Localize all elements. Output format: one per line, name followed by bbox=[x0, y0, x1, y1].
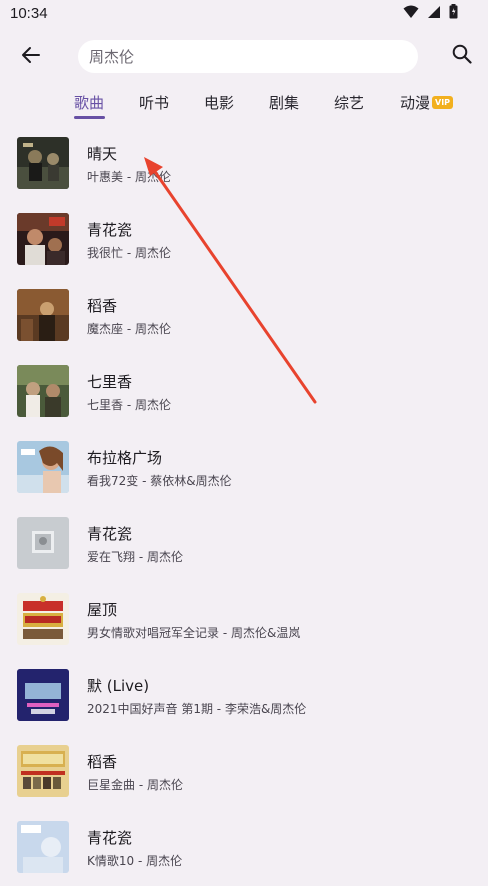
song-title: 布拉格广场 bbox=[87, 449, 163, 467]
song-title: 青花瓷 bbox=[87, 829, 133, 847]
status-bar: 10:34 bbox=[0, 0, 488, 28]
song-subtitle: 巨星金曲 - 周杰伦 bbox=[87, 778, 183, 792]
search-top-bar bbox=[0, 32, 488, 82]
arrow-left-icon bbox=[21, 46, 41, 68]
song-row[interactable]: 默 (Live) 2021中国好声音 第1期 - 李荣浩&周杰伦 bbox=[0, 658, 488, 734]
song-title: 青花瓷 bbox=[87, 221, 133, 239]
song-subtitle: 看我72变 - 蔡依林&周杰伦 bbox=[87, 474, 232, 488]
album-cover bbox=[17, 137, 69, 189]
song-subtitle: 七里香 - 周杰伦 bbox=[87, 398, 171, 412]
tab-label: 动漫 bbox=[400, 93, 431, 112]
song-title: 晴天 bbox=[87, 145, 118, 163]
song-subtitle: K情歌10 - 周杰伦 bbox=[87, 854, 183, 868]
song-subtitle: 2021中国好声音 第1期 - 李荣浩&周杰伦 bbox=[87, 702, 307, 716]
back-button[interactable] bbox=[16, 42, 46, 72]
song-row[interactable]: 青花瓷 我很忙 - 周杰伦 bbox=[0, 202, 488, 278]
song-subtitle: 我很忙 - 周杰伦 bbox=[87, 246, 171, 260]
tab-label: 听书 bbox=[139, 93, 170, 112]
tab-songs[interactable]: 歌曲 bbox=[74, 90, 104, 114]
song-subtitle: 魔杰座 - 周杰伦 bbox=[87, 322, 171, 336]
song-row[interactable]: 屋顶 男女情歌对唱冠军全记录 - 周杰伦&温岚 bbox=[0, 582, 488, 658]
wifi-icon bbox=[403, 4, 419, 23]
category-tabs: 歌曲 听书 电影 剧集 综艺 动漫 VIP bbox=[0, 86, 488, 122]
song-title: 青花瓷 bbox=[87, 525, 133, 543]
album-cover bbox=[17, 745, 69, 797]
tab-series[interactable]: 剧集 bbox=[269, 90, 299, 114]
tab-movies[interactable]: 电影 bbox=[204, 90, 234, 114]
song-subtitle: 爱在飞翔 - 周杰伦 bbox=[87, 550, 183, 564]
tab-label: 电影 bbox=[204, 93, 235, 112]
song-row[interactable]: 青花瓷 爱在飞翔 - 周杰伦 bbox=[0, 506, 488, 582]
vip-badge: VIP bbox=[432, 95, 454, 109]
status-time: 10:34 bbox=[10, 5, 48, 22]
song-row[interactable]: 布拉格广场 看我72变 - 蔡依林&周杰伦 bbox=[0, 430, 488, 506]
battery-icon bbox=[449, 4, 458, 23]
song-row[interactable]: 晴天 叶惠美 - 周杰伦 bbox=[0, 126, 488, 202]
song-title: 七里香 bbox=[87, 373, 133, 391]
search-button[interactable] bbox=[448, 42, 476, 70]
tab-label: 综艺 bbox=[334, 93, 365, 112]
album-cover bbox=[17, 517, 69, 569]
song-row[interactable]: 稻香 巨星金曲 - 周杰伦 bbox=[0, 734, 488, 810]
song-title: 默 (Live) bbox=[87, 677, 150, 695]
tab-anime[interactable]: 动漫 VIP bbox=[400, 90, 454, 114]
song-row[interactable]: 稻香 魔杰座 - 周杰伦 bbox=[0, 278, 488, 354]
song-title: 稻香 bbox=[87, 753, 118, 771]
active-tab-indicator bbox=[74, 116, 105, 119]
tab-label: 歌曲 bbox=[74, 93, 105, 112]
album-cover bbox=[17, 669, 69, 721]
song-row[interactable]: 七里香 七里香 - 周杰伦 bbox=[0, 354, 488, 430]
status-icons bbox=[403, 4, 458, 23]
album-cover bbox=[17, 289, 69, 341]
search-input[interactable] bbox=[89, 47, 389, 66]
album-cover bbox=[17, 365, 69, 417]
album-cover bbox=[17, 593, 69, 645]
search-icon bbox=[452, 44, 472, 68]
album-cover bbox=[17, 821, 69, 873]
album-cover bbox=[17, 213, 69, 265]
cell-signal-icon bbox=[427, 4, 441, 23]
song-title: 稻香 bbox=[87, 297, 118, 315]
album-cover bbox=[17, 441, 69, 493]
song-subtitle: 男女情歌对唱冠军全记录 - 周杰伦&温岚 bbox=[87, 626, 301, 640]
tab-audiobooks[interactable]: 听书 bbox=[139, 90, 169, 114]
tab-label: 剧集 bbox=[269, 93, 300, 112]
song-subtitle: 叶惠美 - 周杰伦 bbox=[87, 170, 171, 184]
song-row[interactable]: 青花瓷 K情歌10 - 周杰伦 bbox=[0, 810, 488, 886]
song-title: 屋顶 bbox=[87, 601, 118, 619]
search-field[interactable] bbox=[78, 40, 418, 73]
tab-variety[interactable]: 综艺 bbox=[334, 90, 364, 114]
